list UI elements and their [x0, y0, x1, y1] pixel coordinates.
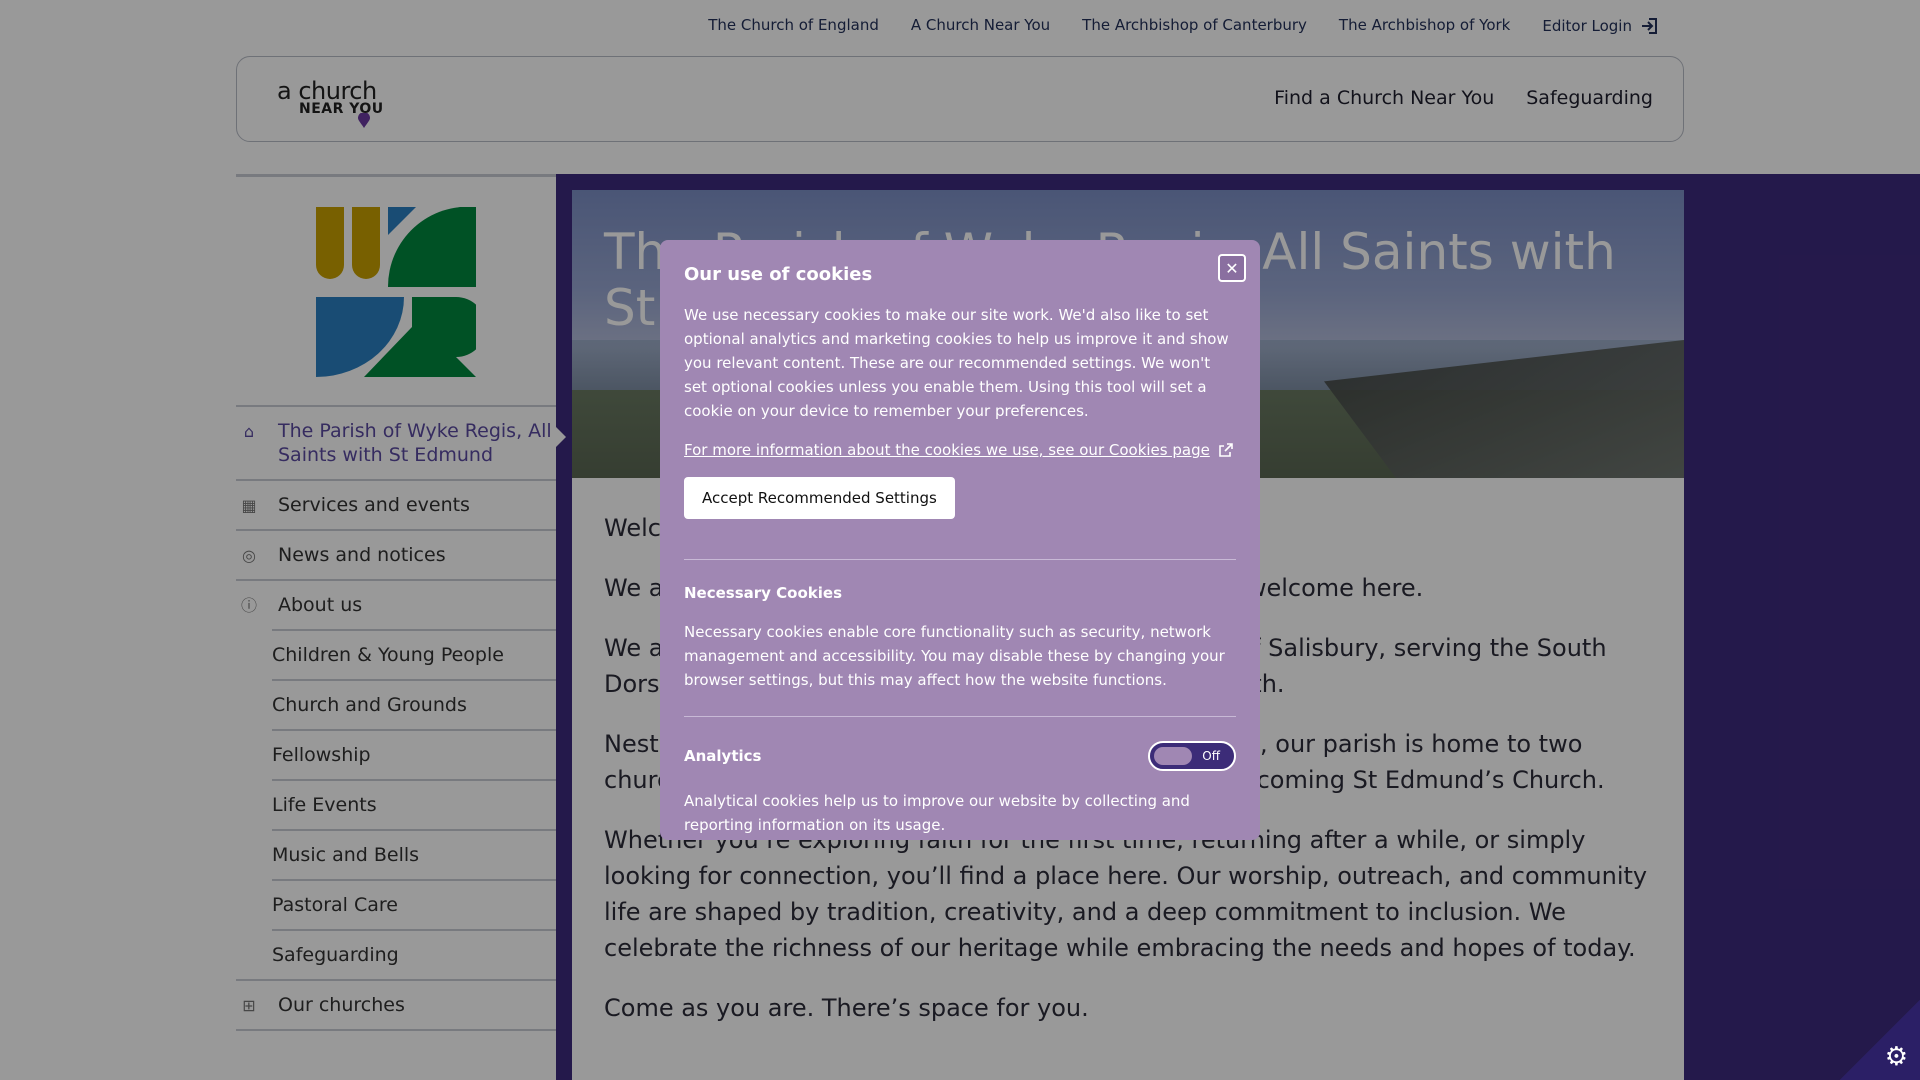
close-button[interactable]: ✕ — [1218, 254, 1246, 282]
divider — [684, 559, 1236, 560]
necessary-text: Necessary cookies enable core functional… — [684, 623, 1225, 689]
cookies-page-link[interactable]: For more information about the cookies w… — [684, 441, 1236, 459]
external-link-icon — [1219, 443, 1233, 457]
cookie-modal: ✕ Our use of cookies We use necessary co… — [660, 240, 1260, 840]
toggle-state: Off — [1202, 749, 1220, 763]
cookies-page-link-label: For more information about the cookies w… — [684, 441, 1210, 459]
cookie-settings-button[interactable]: ⚙ — [1840, 1000, 1920, 1080]
analytics-toggle[interactable]: Off — [1148, 741, 1236, 771]
divider — [684, 716, 1236, 717]
cookie-title: Our use of cookies — [684, 264, 873, 285]
toggle-knob — [1154, 747, 1192, 765]
analytics-row: Analytics Off — [684, 741, 1236, 771]
analytics-title: Analytics — [684, 747, 762, 765]
analytics-text: Analytical cookies help us to improve ou… — [684, 792, 1190, 834]
accept-recommended-button[interactable]: Accept Recommended Settings — [684, 477, 955, 519]
necessary-title: Necessary Cookies — [684, 584, 843, 602]
gear-icon: ⚙ — [1884, 1042, 1908, 1072]
close-icon: ✕ — [1225, 258, 1239, 278]
cookie-intro: We use necessary cookies to make our sit… — [684, 306, 1229, 420]
